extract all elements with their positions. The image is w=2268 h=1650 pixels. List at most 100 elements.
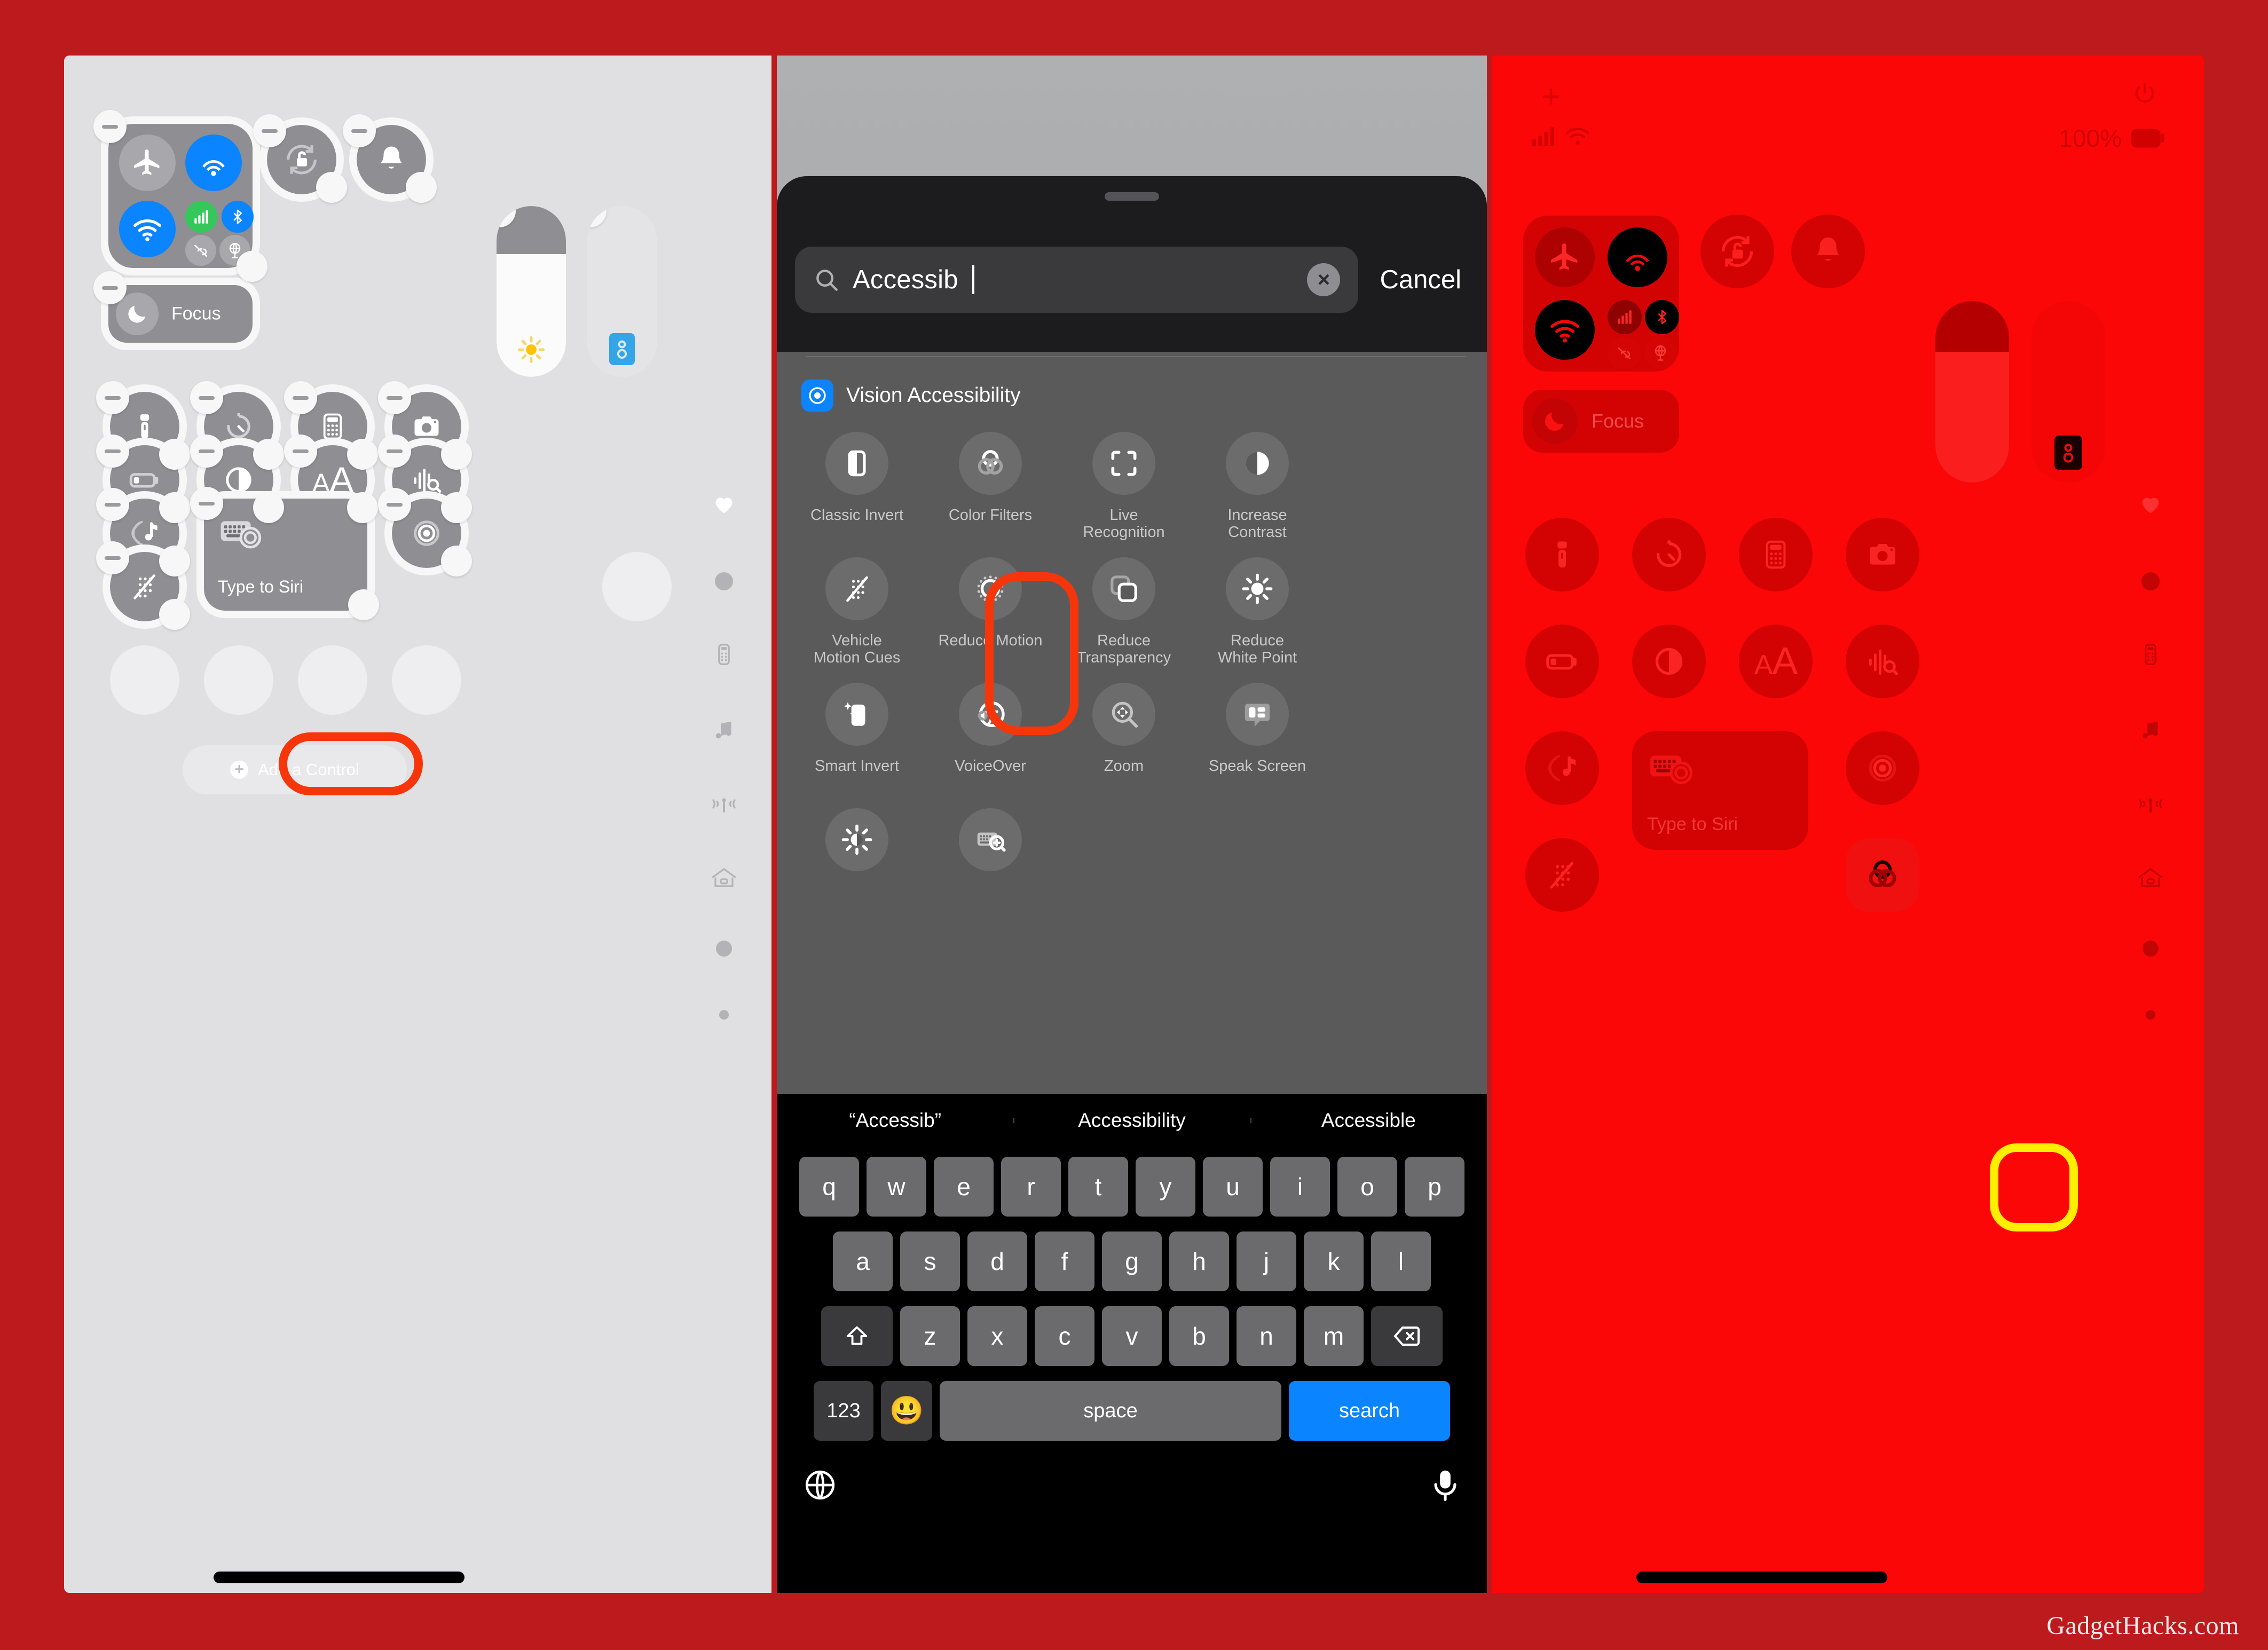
airplay-icon[interactable] xyxy=(2137,793,2164,815)
resize-handle-vmc[interactable] xyxy=(159,599,190,630)
remove-volume-badge[interactable] xyxy=(587,206,607,227)
add-a-control-button[interactable]: + Add a Control xyxy=(183,745,407,794)
key-a[interactable]: a xyxy=(833,1231,893,1291)
result-reduce-white-point[interactable]: Reduce White Point xyxy=(1191,557,1324,667)
volume-slider[interactable] xyxy=(2031,301,2105,483)
focus-tile[interactable]: Focus xyxy=(1523,390,1679,453)
key-t[interactable]: t xyxy=(1068,1157,1128,1217)
remove-silent-mode-badge[interactable] xyxy=(343,114,376,147)
key-i[interactable]: i xyxy=(1270,1157,1330,1217)
control-type-to-siri[interactable]: Type to Siri xyxy=(1632,731,1808,850)
result-color-filters[interactable]: Color Filters xyxy=(924,432,1057,524)
result-vehicle-motion-cues[interactable]: Vehicle Motion Cues xyxy=(790,557,924,667)
bluetooth-toggle[interactable] xyxy=(222,201,254,233)
vpn-toggle[interactable] xyxy=(1644,336,1677,369)
empty-slot[interactable] xyxy=(602,552,672,621)
airplane-mode-toggle[interactable] xyxy=(1535,227,1595,287)
sheet-grabber[interactable] xyxy=(1105,192,1159,201)
control-low-power-mode[interactable] xyxy=(1525,625,1599,698)
remove-voice-memo-badge[interactable] xyxy=(378,488,411,521)
key-b[interactable]: b xyxy=(1169,1306,1229,1366)
empty-slot[interactable] xyxy=(298,645,367,715)
control-vehicle-motion-cues[interactable] xyxy=(1525,838,1599,912)
cellular-toggle[interactable] xyxy=(185,201,217,233)
suggestion-0[interactable]: “Accessib” xyxy=(777,1109,1013,1132)
result-voiceover[interactable]: VoiceOver xyxy=(924,683,1057,775)
control-timer[interactable] xyxy=(1632,518,1706,591)
clear-search-button[interactable]: × xyxy=(1307,263,1341,296)
result-brightness[interactable] xyxy=(790,808,924,871)
key-h[interactable]: h xyxy=(1169,1231,1229,1291)
search-key[interactable]: search xyxy=(1289,1381,1450,1441)
key-d[interactable]: d xyxy=(967,1231,1027,1291)
remove-type-to-siri-badge[interactable] xyxy=(190,487,223,520)
resize-handle-siri[interactable] xyxy=(348,589,379,620)
remote-icon[interactable] xyxy=(712,643,736,666)
result-classic-invert[interactable]: Classic Invert xyxy=(790,432,924,524)
brightness-slider[interactable] xyxy=(497,206,566,377)
resize-handle-calculator[interactable] xyxy=(347,439,378,470)
remove-dark-mode-badge[interactable] xyxy=(190,435,223,468)
empty-slot[interactable] xyxy=(392,645,461,715)
rotation-lock-toggle[interactable] xyxy=(1700,215,1774,288)
volume-slider[interactable] xyxy=(587,206,657,377)
control-type-to-siri[interactable]: Type to Siri xyxy=(190,487,379,620)
resize-handle-voicememo[interactable] xyxy=(441,546,472,577)
home-icon[interactable] xyxy=(2137,866,2164,890)
remove-camera-badge[interactable] xyxy=(378,381,411,414)
key-m[interactable]: m xyxy=(1304,1306,1364,1366)
numbers-key[interactable]: 123 xyxy=(814,1381,873,1441)
control-text-size[interactable]: AA xyxy=(1739,625,1813,698)
resize-handle-textsize[interactable] xyxy=(347,492,378,523)
key-y[interactable]: y xyxy=(1136,1157,1195,1217)
remove-music-recognition-badge[interactable] xyxy=(96,488,129,521)
key-v[interactable]: v xyxy=(1102,1306,1162,1366)
empty-slot[interactable] xyxy=(204,645,273,715)
key-s[interactable]: s xyxy=(900,1231,960,1291)
resize-handle-connectivity[interactable] xyxy=(237,251,267,282)
remove-focus-badge[interactable] xyxy=(93,271,127,304)
key-z[interactable]: z xyxy=(900,1306,960,1366)
result-zoom[interactable]: Zoom xyxy=(1057,683,1191,775)
key-x[interactable]: x xyxy=(967,1306,1027,1366)
control-voice-memo[interactable] xyxy=(1846,731,1919,805)
cancel-button[interactable]: Cancel xyxy=(1372,265,1469,295)
remove-flashlight-badge[interactable] xyxy=(96,381,129,414)
result-increase-contrast[interactable]: Increase Contrast xyxy=(1191,432,1324,541)
control-sound-recognition[interactable] xyxy=(1846,625,1919,698)
resize-handle-rotation[interactable] xyxy=(316,172,347,203)
control-camera[interactable] xyxy=(1846,518,1919,591)
airdrop-toggle[interactable] xyxy=(1608,227,1667,287)
key-q[interactable]: q xyxy=(799,1157,859,1217)
remove-connectivity-badge[interactable] xyxy=(93,110,127,143)
key-p[interactable]: p xyxy=(1405,1157,1464,1217)
heart-icon[interactable] xyxy=(2139,493,2162,517)
connectivity-group[interactable] xyxy=(1523,216,1679,372)
globe-icon[interactable] xyxy=(802,1467,838,1503)
control-color-filters[interactable] xyxy=(1846,838,1919,912)
key-n[interactable]: n xyxy=(1237,1306,1296,1366)
small-dot-icon[interactable] xyxy=(719,1010,729,1020)
shift-key[interactable] xyxy=(821,1306,893,1366)
remove-sound-recognition-badge[interactable] xyxy=(378,435,411,468)
personal-hotspot-toggle[interactable] xyxy=(1608,336,1641,369)
key-g[interactable]: g xyxy=(1102,1231,1162,1291)
control-dark-mode[interactable] xyxy=(1632,625,1706,698)
cellular-toggle[interactable] xyxy=(1608,300,1642,334)
key-f[interactable]: f xyxy=(1035,1231,1094,1291)
space-key[interactable]: space xyxy=(940,1381,1281,1441)
remove-timer-badge[interactable] xyxy=(190,381,223,414)
music-note-icon[interactable] xyxy=(2138,717,2163,742)
remove-brightness-badge[interactable] xyxy=(497,206,516,227)
remove-low-power-badge[interactable] xyxy=(96,435,129,468)
airplay-icon[interactable] xyxy=(710,793,738,815)
resize-handle-soundrec[interactable] xyxy=(441,492,472,523)
control-music-recognition[interactable] xyxy=(1525,731,1599,805)
remove-vehicle-motion-badge[interactable] xyxy=(96,541,129,574)
bluetooth-toggle[interactable] xyxy=(1645,300,1679,334)
heart-icon[interactable] xyxy=(712,493,736,517)
airplane-mode-toggle[interactable] xyxy=(119,135,176,191)
key-w[interactable]: w xyxy=(867,1157,926,1217)
resize-handle-lowpower[interactable] xyxy=(159,492,190,523)
suggestion-2[interactable]: Accessible xyxy=(1250,1109,1487,1132)
